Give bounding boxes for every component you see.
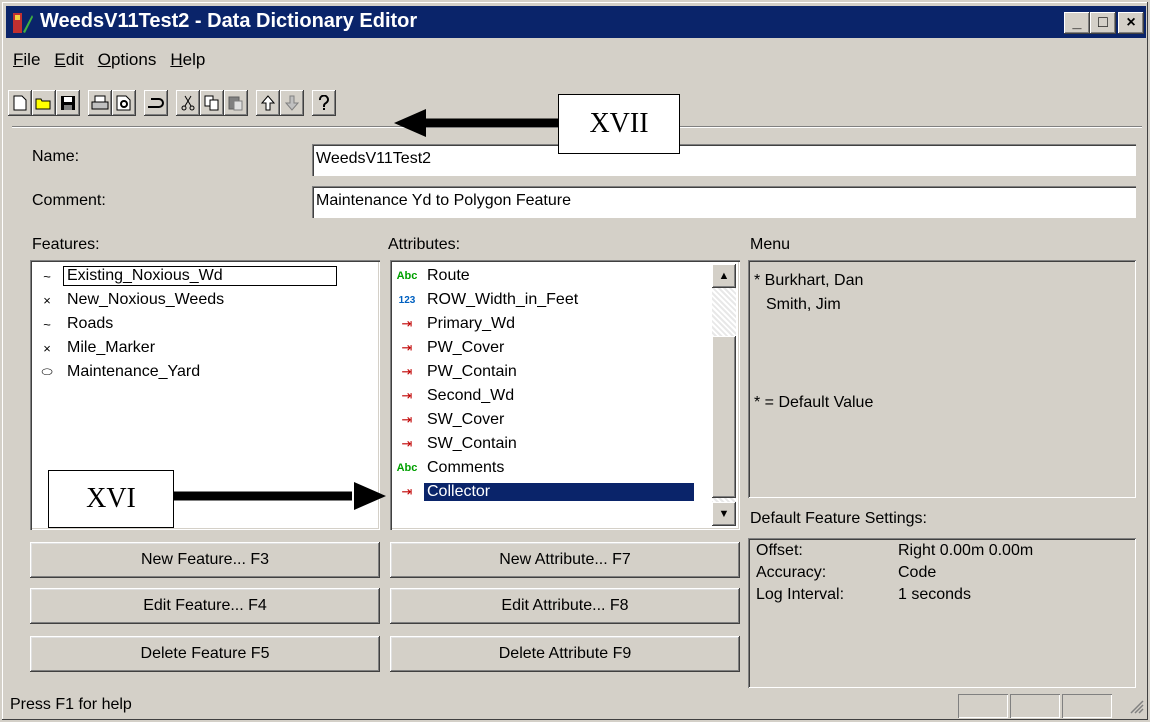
callout-xvii: XVII xyxy=(558,94,680,154)
arrow-xvi-head xyxy=(354,482,386,510)
app-window: WeedsV11Test2 - Data Dictionary Editor _… xyxy=(0,0,1150,722)
arrow-xvii-head xyxy=(394,109,426,137)
callout-xvi: XVI xyxy=(48,470,174,528)
